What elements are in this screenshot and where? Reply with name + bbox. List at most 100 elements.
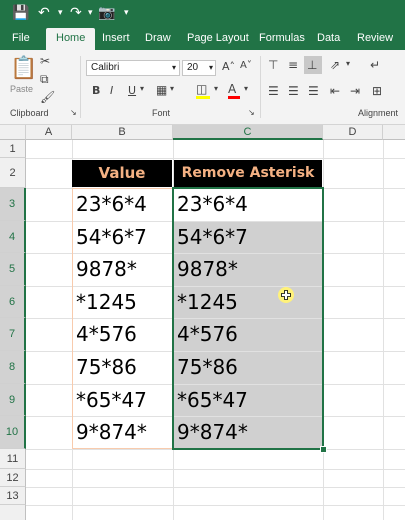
align-right-icon[interactable]: ☰ [308, 84, 319, 98]
paste-icon[interactable]: 📋 [10, 56, 37, 81]
paste-label[interactable]: Paste [10, 84, 33, 94]
gridline [26, 505, 405, 506]
underline-dropdown-icon[interactable]: ▾ [140, 84, 144, 93]
fill-handle[interactable] [320, 446, 327, 453]
column-header-b[interactable]: B [72, 125, 173, 140]
orientation-icon[interactable]: ⇗ [330, 58, 340, 72]
cell-select-cursor-icon [281, 290, 291, 300]
undo-icon[interactable]: ↶ [38, 4, 50, 22]
italic-button[interactable]: I [110, 84, 113, 97]
ribbon-tabs: File Home Insert Draw Page Layout Formul… [0, 26, 405, 52]
bold-button[interactable]: B [92, 84, 100, 97]
spreadsheet-grid[interactable]: A B C D 1 2 3 4 5 6 7 8 9 10 11 12 13 Va… [0, 125, 405, 520]
merge-center-icon[interactable]: ⊞ [372, 84, 382, 98]
camera-icon[interactable]: 📷 [98, 4, 115, 22]
row-header-10[interactable]: 10 [0, 416, 26, 449]
customize-toolbar-icon[interactable]: ▾ [124, 4, 129, 22]
alignment-group-label: Alignment [358, 108, 399, 118]
row-header-6[interactable]: 6 [0, 286, 26, 318]
copy-icon[interactable]: ⧉ [40, 72, 49, 87]
undo-dropdown-icon[interactable]: ▾ [58, 4, 63, 22]
row-header-8[interactable]: 8 [0, 351, 26, 384]
font-color-icon[interactable]: A [228, 82, 236, 96]
value-cell[interactable]: *65*47 [72, 384, 172, 416]
wrap-text-icon[interactable]: ↵ [370, 58, 380, 72]
font-size-value: 20 [187, 62, 199, 73]
separator [260, 56, 261, 118]
font-name-value: Calibri [91, 62, 120, 73]
value-cell[interactable]: 9878* [72, 253, 172, 286]
chevron-down-icon: ▾ [208, 63, 213, 72]
row-header-11[interactable]: 11 [0, 449, 26, 469]
row-header-4[interactable]: 4 [0, 221, 26, 253]
row-header-3[interactable]: 3 [0, 188, 26, 221]
fill-dropdown-icon[interactable]: ▾ [214, 84, 218, 93]
value-cell[interactable]: *1245 [72, 286, 172, 318]
save-icon[interactable]: 💾 [12, 4, 29, 22]
tab-data[interactable]: Data [317, 30, 340, 46]
font-size-select[interactable]: 20 ▾ [182, 60, 216, 76]
mouse-cursor-highlight [278, 287, 294, 303]
align-left-icon[interactable]: ☰ [268, 84, 279, 98]
clipboard-launcher-icon[interactable]: ↘ [70, 108, 77, 117]
increase-font-icon[interactable]: A˄ [222, 60, 235, 73]
decrease-indent-icon[interactable]: ⇤ [330, 84, 340, 98]
tab-review[interactable]: Review [357, 30, 393, 46]
row-header-2[interactable]: 2 [0, 158, 26, 188]
gridline [26, 158, 405, 159]
clipboard-group-label: Clipboard [10, 108, 49, 118]
separator [80, 56, 81, 118]
ribbon: 📋 Paste ✂ ⧉ 🖌 Clipboard ↘ Calibri ▾ 20 ▾… [0, 50, 405, 125]
redo-dropdown-icon[interactable]: ▾ [88, 4, 93, 22]
column-header-a[interactable]: A [26, 125, 72, 140]
row-header-7[interactable]: 7 [0, 318, 26, 351]
redo-icon[interactable]: ↷ [70, 4, 82, 22]
orientation-dropdown-icon[interactable]: ▾ [346, 59, 350, 68]
bottom-align-icon: ⊥ [307, 58, 318, 72]
column-header-d[interactable]: D [323, 125, 383, 140]
font-name-select[interactable]: Calibri ▾ [86, 60, 180, 76]
increase-indent-icon[interactable]: ⇥ [350, 84, 360, 98]
font-color-swatch [228, 96, 240, 99]
selection-border [172, 187, 324, 450]
tab-page-layout[interactable]: Page Layout [187, 30, 249, 46]
row-header-12[interactable]: 12 [0, 469, 26, 487]
decrease-font-icon[interactable]: A˅ [240, 60, 252, 71]
tab-formulas[interactable]: Formulas [259, 30, 305, 46]
tab-file[interactable]: File [12, 30, 30, 46]
row-header-5[interactable]: 5 [0, 253, 26, 286]
column-header-c[interactable]: C [173, 125, 323, 140]
select-all-corner[interactable] [0, 125, 26, 140]
fill-color-swatch [196, 96, 210, 99]
cut-icon[interactable]: ✂ [40, 54, 50, 68]
font-color-dropdown-icon[interactable]: ▾ [244, 84, 248, 93]
middle-align-icon[interactable]: ≡ [288, 58, 298, 72]
borders-dropdown-icon[interactable]: ▾ [170, 84, 174, 93]
value-cell[interactable]: 9*874* [72, 416, 172, 449]
value-cell[interactable]: 4*576 [72, 318, 172, 351]
row-header-13[interactable]: 13 [0, 487, 26, 505]
top-align-icon[interactable]: ⊤ [268, 58, 278, 72]
fill-color-icon[interactable]: ◫ [196, 82, 207, 96]
format-painter-icon[interactable]: 🖌 [40, 90, 55, 104]
value-cell[interactable]: 23*6*4 [72, 188, 172, 221]
title-bar: 💾 ↶ ▾ ↷ ▾ 📷 ▾ [0, 0, 405, 26]
value-cell[interactable]: 54*6*7 [72, 221, 172, 253]
font-launcher-icon[interactable]: ↘ [248, 108, 255, 117]
borders-icon[interactable]: ▦ [156, 83, 167, 97]
column-header-e[interactable] [383, 125, 405, 140]
align-center-icon[interactable]: ☰ [288, 84, 299, 98]
underline-button[interactable]: U [128, 84, 136, 97]
row-header-1[interactable]: 1 [0, 140, 26, 158]
font-group-label: Font [152, 108, 171, 118]
header-cell-remove-asterisk[interactable]: Remove Asterisk [174, 160, 322, 187]
tab-draw[interactable]: Draw [145, 30, 171, 46]
tab-home[interactable]: Home [46, 28, 96, 52]
header-cell-value[interactable]: Value [72, 160, 172, 187]
value-cell[interactable]: 75*86 [72, 351, 172, 384]
bottom-align-button[interactable]: ⊥ [304, 56, 322, 74]
row-header-14[interactable] [0, 505, 26, 520]
gridline [383, 140, 384, 520]
row-header-9[interactable]: 9 [0, 384, 26, 416]
tab-insert[interactable]: Insert [102, 30, 130, 46]
